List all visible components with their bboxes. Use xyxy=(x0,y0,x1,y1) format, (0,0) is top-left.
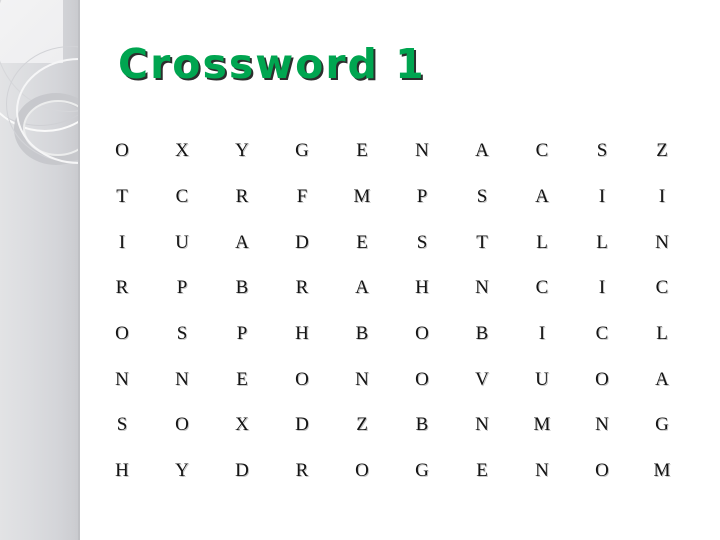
grid-cell[interactable]: I xyxy=(572,187,632,206)
grid-cell[interactable]: I xyxy=(92,233,152,252)
grid-cell[interactable]: N xyxy=(92,370,152,389)
grid-row: IUADESTLLN xyxy=(92,219,692,265)
decorative-sidebar xyxy=(0,0,80,540)
slide-canvas: Crossword 1 OXYGENACSZTCRFMPSAIIIUADESTL… xyxy=(0,0,720,540)
grid-cell[interactable]: R xyxy=(212,187,272,206)
grid-cell[interactable]: M xyxy=(632,461,692,480)
grid-cell[interactable]: I xyxy=(512,324,572,343)
grid-cell[interactable]: E xyxy=(212,370,272,389)
grid-row: HYDROGENOM xyxy=(92,448,692,494)
grid-cell[interactable]: S xyxy=(392,233,452,252)
grid-cell[interactable]: R xyxy=(92,278,152,297)
grid-cell[interactable]: F xyxy=(272,187,332,206)
grid-cell[interactable]: S xyxy=(152,324,212,343)
grid-cell[interactable]: I xyxy=(572,278,632,297)
grid-cell[interactable]: P xyxy=(212,324,272,343)
grid-cell[interactable]: P xyxy=(392,187,452,206)
grid-cell[interactable]: N xyxy=(152,370,212,389)
grid-cell[interactable]: O xyxy=(332,461,392,480)
grid-row: NNEONOVUOA xyxy=(92,356,692,402)
grid-cell[interactable]: G xyxy=(632,415,692,434)
grid-cell[interactable]: O xyxy=(92,324,152,343)
grid-cell[interactable]: N xyxy=(632,233,692,252)
grid-cell[interactable]: A xyxy=(512,187,572,206)
grid-cell[interactable]: O xyxy=(392,324,452,343)
grid-cell[interactable]: N xyxy=(512,461,572,480)
grid-cell[interactable]: D xyxy=(272,415,332,434)
grid-cell[interactable]: G xyxy=(392,461,452,480)
grid-cell[interactable]: N xyxy=(572,415,632,434)
grid-cell[interactable]: Y xyxy=(212,141,272,160)
grid-cell[interactable]: S xyxy=(572,141,632,160)
grid-cell[interactable]: A xyxy=(332,278,392,297)
grid-cell[interactable]: C xyxy=(152,187,212,206)
grid-cell[interactable]: C xyxy=(512,141,572,160)
grid-cell[interactable]: C xyxy=(632,278,692,297)
grid-cell[interactable]: U xyxy=(512,370,572,389)
grid-cell[interactable]: E xyxy=(452,461,512,480)
grid-cell[interactable]: N xyxy=(452,415,512,434)
grid-cell[interactable]: B xyxy=(332,324,392,343)
grid-cell[interactable]: L xyxy=(572,233,632,252)
grid-cell[interactable]: M xyxy=(332,187,392,206)
grid-cell[interactable]: S xyxy=(92,415,152,434)
grid-cell[interactable]: N xyxy=(392,141,452,160)
grid-cell[interactable]: L xyxy=(512,233,572,252)
grid-cell[interactable]: H xyxy=(272,324,332,343)
grid-row: OSPHBOBICL xyxy=(92,311,692,357)
grid-cell[interactable]: B xyxy=(392,415,452,434)
grid-cell[interactable]: X xyxy=(152,141,212,160)
grid-cell[interactable]: Z xyxy=(332,415,392,434)
grid-cell[interactable]: C xyxy=(512,278,572,297)
grid-cell[interactable]: B xyxy=(452,324,512,343)
grid-cell[interactable]: V xyxy=(452,370,512,389)
grid-cell[interactable]: R xyxy=(272,461,332,480)
grid-cell[interactable]: T xyxy=(452,233,512,252)
word-search-grid: OXYGENACSZTCRFMPSAIIIUADESTLLNRPBRAHNCIC… xyxy=(92,128,692,494)
grid-cell[interactable]: C xyxy=(572,324,632,343)
grid-cell[interactable]: O xyxy=(572,370,632,389)
grid-cell[interactable]: M xyxy=(512,415,572,434)
grid-cell[interactable]: R xyxy=(272,278,332,297)
grid-cell[interactable]: B xyxy=(212,278,272,297)
grid-cell[interactable]: Y xyxy=(152,461,212,480)
grid-cell[interactable]: H xyxy=(92,461,152,480)
grid-cell[interactable]: A xyxy=(632,370,692,389)
grid-cell[interactable]: O xyxy=(392,370,452,389)
grid-cell[interactable]: I xyxy=(632,187,692,206)
grid-cell[interactable]: D xyxy=(212,461,272,480)
sidebar-edge-divider xyxy=(78,0,80,540)
page-title: Crossword 1 xyxy=(118,40,426,88)
grid-cell[interactable]: A xyxy=(452,141,512,160)
grid-row: TCRFMPSAII xyxy=(92,174,692,220)
grid-row: SOXDZBNMNG xyxy=(92,402,692,448)
grid-cell[interactable]: P xyxy=(152,278,212,297)
grid-cell[interactable]: O xyxy=(272,370,332,389)
grid-cell[interactable]: L xyxy=(632,324,692,343)
grid-cell[interactable]: O xyxy=(152,415,212,434)
grid-cell[interactable]: E xyxy=(332,141,392,160)
grid-row: OXYGENACSZ xyxy=(92,128,692,174)
grid-cell[interactable]: N xyxy=(452,278,512,297)
grid-row: RPBRAHNCIC xyxy=(92,265,692,311)
grid-cell[interactable]: Z xyxy=(632,141,692,160)
grid-cell[interactable]: O xyxy=(572,461,632,480)
grid-cell[interactable]: H xyxy=(392,278,452,297)
grid-cell[interactable]: D xyxy=(272,233,332,252)
grid-cell[interactable]: G xyxy=(272,141,332,160)
grid-cell[interactable]: T xyxy=(92,187,152,206)
grid-cell[interactable]: N xyxy=(332,370,392,389)
grid-cell[interactable]: O xyxy=(92,141,152,160)
grid-cell[interactable]: X xyxy=(212,415,272,434)
grid-cell[interactable]: U xyxy=(152,233,212,252)
grid-cell[interactable]: E xyxy=(332,233,392,252)
grid-cell[interactable]: S xyxy=(452,187,512,206)
grid-cell[interactable]: A xyxy=(212,233,272,252)
